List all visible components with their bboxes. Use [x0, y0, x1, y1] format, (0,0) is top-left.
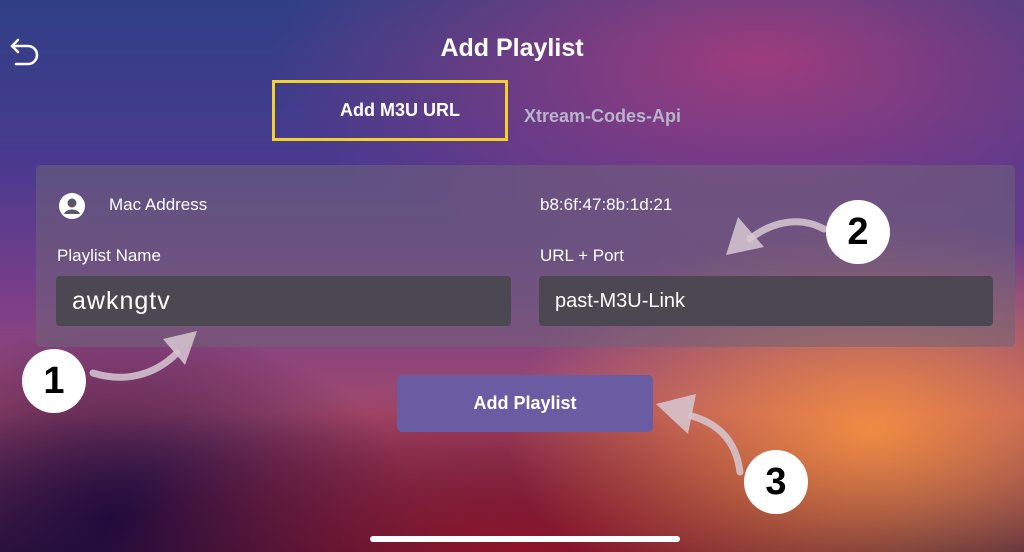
user-avatar-icon — [59, 193, 85, 219]
step-badge-3: 3 — [744, 450, 808, 514]
tab-label: Xtream-Codes-Api — [524, 106, 682, 126]
url-port-value: past-M3U-Link — [555, 289, 686, 312]
playlist-name-value: awkngtv — [72, 286, 171, 315]
playlist-name-input[interactable]: awkngtv — [56, 276, 511, 326]
home-indicator[interactable] — [370, 536, 680, 542]
step-badge-1: 1 — [22, 349, 86, 413]
page-title: Add Playlist — [440, 34, 584, 62]
tab-add-m3u-url[interactable]: Add M3U URL — [272, 80, 508, 141]
url-port-label: URL + Port — [540, 246, 624, 265]
mac-address-label: Mac Address — [109, 195, 208, 214]
annotation-arrow-3-icon — [656, 394, 744, 476]
url-port-input[interactable]: past-M3U-Link — [539, 276, 993, 326]
add-playlist-button-label: Add Playlist — [473, 393, 577, 413]
tab-xtream-codes-api[interactable]: Xtream-Codes-Api — [524, 106, 681, 127]
playlist-name-label: Playlist Name — [57, 246, 161, 265]
step-badge-2: 2 — [826, 200, 890, 264]
annotation-arrow-2-icon — [726, 217, 828, 255]
add-playlist-button[interactable]: Add Playlist — [397, 375, 653, 432]
mac-address-value: b8:6f:47:8b:1d:21 — [540, 195, 673, 214]
tab-label: Add M3U URL — [340, 100, 460, 120]
annotation-arrow-1-icon — [89, 331, 197, 381]
